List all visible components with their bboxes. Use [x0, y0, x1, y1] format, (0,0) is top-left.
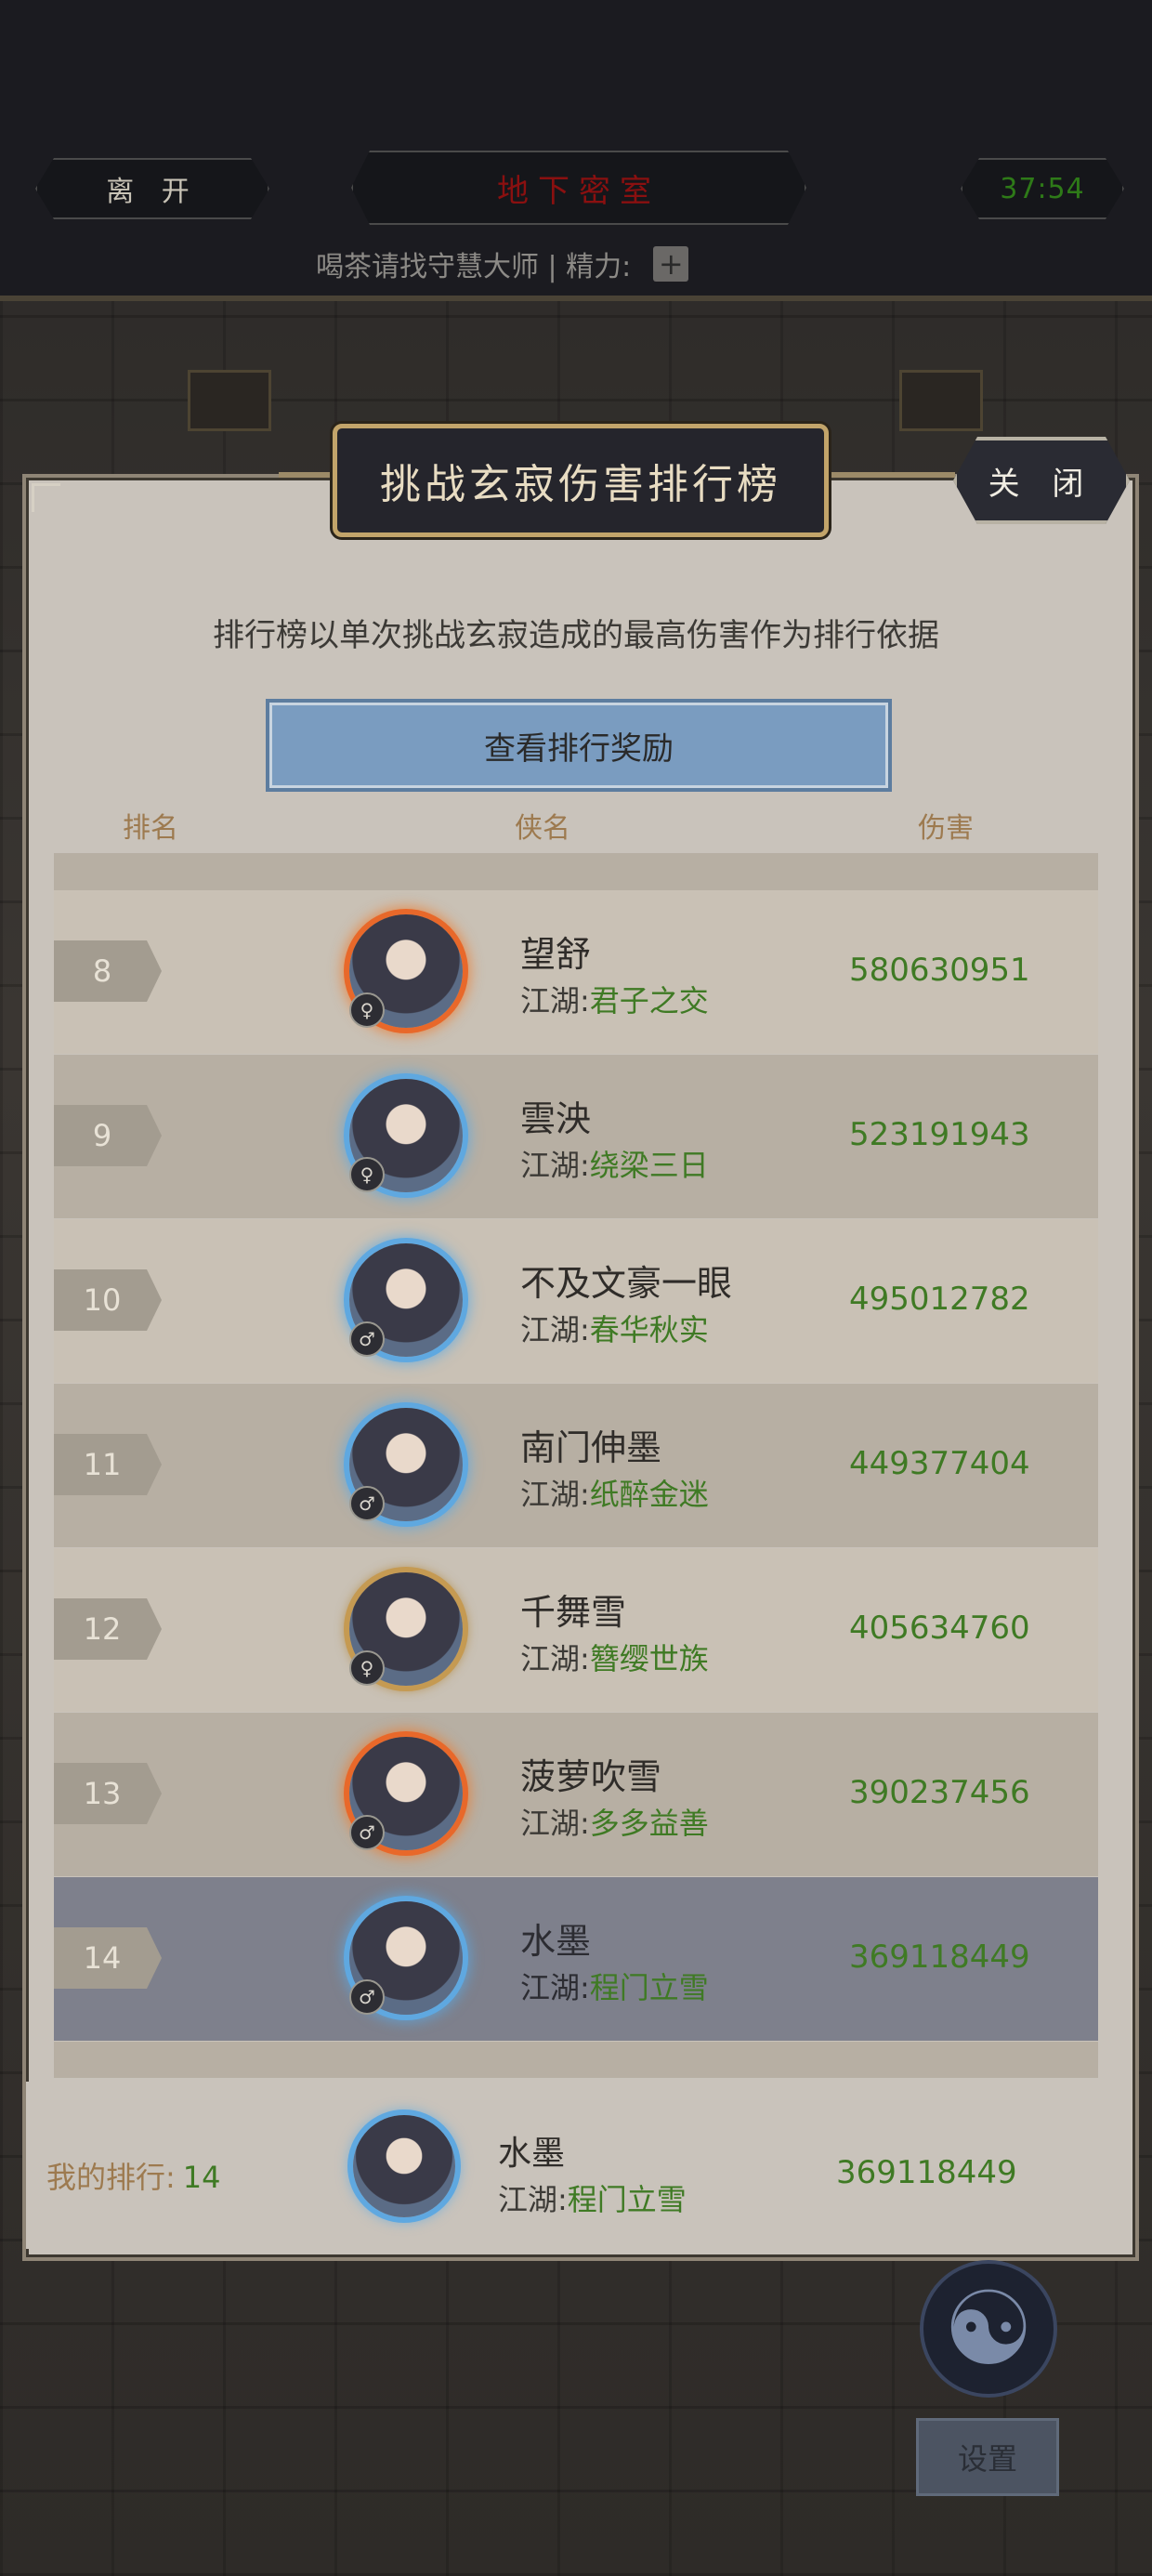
my-avatar[interactable] — [353, 2115, 455, 2217]
male-icon: ♂ — [349, 1321, 385, 1357]
column-header-name: 侠名 — [515, 812, 570, 845]
energy-line: 喝茶请找守慧大师 | 精力: + — [316, 243, 689, 284]
damage-value: 405634760 — [849, 1610, 1030, 1647]
lantern-decoration — [188, 370, 271, 431]
player-guild: 江湖:纸醉金迷 — [520, 1471, 709, 1514]
player-name: 不及文豪一眼 — [520, 1263, 733, 1304]
player-name: 望舒 — [520, 934, 592, 975]
player-avatar[interactable]: ♂ — [349, 1408, 463, 1521]
damage-value: 495012782 — [849, 1281, 1030, 1318]
close-button[interactable]: 关 闭 — [953, 437, 1130, 524]
my-name: 水墨 — [498, 2135, 566, 2173]
player-avatar[interactable]: ♀ — [349, 1079, 463, 1192]
guild-prefix: 江湖: — [520, 983, 590, 1019]
guild-name: 程门立雪 — [589, 1970, 709, 2005]
damage-value: 449377404 — [849, 1445, 1030, 1482]
male-icon: ♂ — [349, 1815, 385, 1850]
player-name: 南门伸墨 — [520, 1427, 662, 1468]
guild-prefix: 江湖: — [520, 1312, 590, 1347]
player-guild: 江湖:多多益善 — [520, 1800, 709, 1843]
table-row[interactable]: 9 ♀ 雲泱 江湖:绕梁三日 523191943 — [54, 1055, 1098, 1218]
damage-value: 523191943 — [849, 1116, 1030, 1153]
player-avatar[interactable]: ♀ — [349, 914, 463, 1028]
guild-prefix: 江湖: — [520, 1806, 590, 1841]
my-rank-label: 我的排行: 14 — [46, 2154, 221, 2197]
player-avatar[interactable]: ♂ — [349, 1243, 463, 1357]
player-avatar[interactable]: ♂ — [349, 1901, 463, 2015]
guild-name: 多多益善 — [589, 1806, 709, 1841]
player-name: 千舞雪 — [520, 1592, 627, 1633]
male-icon: ♂ — [349, 1486, 385, 1521]
table-row[interactable]: 8 ♀ 望舒 江湖:君子之交 580630951 — [54, 890, 1098, 1054]
leaderboard-description: 排行榜以单次挑战玄寂造成的最高伤害作为排行依据 — [213, 617, 939, 654]
table-row-current-player[interactable]: 14 ♂ 水墨 江湖:程门立雪 369118449 — [54, 1877, 1098, 2041]
rank-badge: 13 — [54, 1763, 162, 1824]
male-icon: ♂ — [349, 1979, 385, 2015]
table-row[interactable]: 11 ♂ 南门伸墨 江湖:纸醉金迷 449377404 — [54, 1384, 1098, 1547]
column-header-damage: 伤害 — [918, 812, 974, 845]
table-row-partial — [54, 2042, 1098, 2078]
guild-name: 绕梁三日 — [589, 1148, 709, 1183]
view-rewards-button[interactable]: 查看排行奖励 — [266, 699, 892, 792]
table-row[interactable]: 10 ♂ 不及文豪一眼 江湖:春华秋实 495012782 — [54, 1219, 1098, 1383]
location-title: 地下密室 — [351, 151, 806, 225]
damage-value: 390237456 — [849, 1774, 1030, 1811]
panel-title: 挑战玄寂伤害排行榜 — [333, 424, 829, 537]
player-name: 雲泱 — [520, 1098, 592, 1139]
title-wing-left — [279, 472, 334, 478]
lantern-decoration — [899, 370, 983, 431]
guild-prefix: 江湖: — [520, 1970, 590, 2005]
guild-prefix: 江湖: — [520, 1148, 590, 1183]
player-guild: 江湖:簪缨世族 — [520, 1636, 709, 1678]
player-name: 菠萝吹雪 — [520, 1756, 662, 1797]
ranking-list[interactable]: 8 ♀ 望舒 江湖:君子之交 580630951 9 ♀ 雲泱 江湖:绕梁三日 … — [54, 853, 1098, 2078]
table-row-partial — [54, 853, 1098, 890]
player-guild: 江湖:绕梁三日 — [520, 1142, 709, 1185]
rank-badge: 8 — [54, 940, 162, 1002]
title-wing-right — [818, 472, 955, 478]
damage-value: 369118449 — [849, 1939, 1030, 1976]
my-damage: 369118449 — [836, 2154, 1017, 2191]
energy-label: 喝茶请找守慧大师 | 精力: — [316, 251, 632, 283]
rank-badge: 10 — [54, 1269, 162, 1331]
player-name: 水墨 — [520, 1921, 592, 1962]
female-icon: ♀ — [349, 1157, 385, 1192]
my-guild: 江湖:程门立雪 — [498, 2176, 687, 2219]
column-header-rank: 排名 — [123, 812, 178, 845]
guild-name: 簪缨世族 — [589, 1641, 709, 1676]
timer: 37:54 — [961, 158, 1124, 219]
rank-badge: 12 — [54, 1598, 162, 1660]
player-guild: 江湖:春华秋实 — [520, 1307, 709, 1349]
rank-badge: 14 — [54, 1927, 162, 1989]
guild-prefix: 江湖: — [520, 1477, 590, 1512]
settings-button[interactable]: 设置 — [916, 2418, 1059, 2496]
guild-name: 春华秋实 — [589, 1312, 709, 1347]
guild-name: 程门立雪 — [567, 2182, 687, 2217]
my-rank-value: 14 — [182, 2160, 221, 2195]
table-row[interactable]: 13 ♂ 菠萝吹雪 江湖:多多益善 390237456 — [54, 1713, 1098, 1876]
add-energy-button[interactable]: + — [653, 246, 689, 282]
rank-badge: 11 — [54, 1434, 162, 1495]
female-icon: ♀ — [349, 1650, 385, 1686]
my-rank-text: 我的排行: — [46, 2160, 176, 2195]
leave-button[interactable]: 离 开 — [35, 158, 269, 219]
damage-value: 580630951 — [849, 952, 1030, 989]
guild-prefix: 江湖: — [520, 1641, 590, 1676]
corner-ornament — [32, 483, 60, 512]
table-row[interactable]: 12 ♀ 千舞雪 江湖:簪缨世族 405634760 — [54, 1548, 1098, 1712]
guild-prefix: 江湖: — [498, 2182, 568, 2217]
taiji-icon[interactable]: ☯ — [920, 2260, 1057, 2398]
guild-name: 纸醉金迷 — [589, 1477, 709, 1512]
female-icon: ♀ — [349, 992, 385, 1028]
player-avatar[interactable]: ♂ — [349, 1737, 463, 1850]
rank-badge: 9 — [54, 1105, 162, 1166]
player-guild: 江湖:君子之交 — [520, 978, 709, 1020]
player-guild: 江湖:程门立雪 — [520, 1965, 709, 2007]
guild-name: 君子之交 — [589, 983, 709, 1019]
player-avatar[interactable]: ♀ — [349, 1572, 463, 1686]
